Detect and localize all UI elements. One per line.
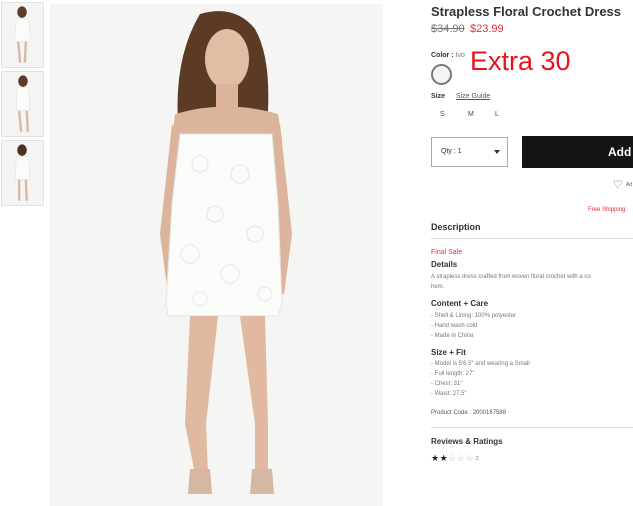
heart-icon: ♡: [613, 179, 623, 191]
star-filled-icon: ★: [431, 453, 440, 463]
color-swatch-ivory[interactable]: [431, 64, 452, 85]
caret-down-icon: [494, 150, 500, 154]
color-label: Color : Ivo: [431, 52, 465, 59]
star-empty-icon: ☆: [465, 453, 474, 463]
divider: [431, 427, 633, 428]
size-option-l[interactable]: L: [495, 111, 499, 118]
thumbnail-3[interactable]: [1, 140, 44, 206]
model-side-thumbnail: [2, 72, 43, 136]
size-label: Size: [431, 93, 446, 100]
list-item: - Waist: 27.5": [431, 391, 467, 397]
size-fit-list: - Model is 5'6.5" and wearing a Small - …: [431, 359, 530, 399]
wishlist-link[interactable]: ♡ Ad: [613, 178, 632, 191]
product-title: Strapless Floral Crochet Dress: [431, 4, 622, 19]
quantity-select[interactable]: Qty : 1: [431, 137, 508, 167]
reviews-heading: Reviews & Ratings: [431, 437, 503, 446]
list-item: - Full length: 27": [431, 371, 475, 377]
color-label-text: Color :: [431, 52, 454, 59]
free-shipping-link[interactable]: Free Shipping: [588, 207, 625, 213]
model-front-thumbnail: [2, 3, 43, 67]
wishlist-text: Ad: [625, 182, 633, 189]
star-filled-icon: ★: [439, 453, 449, 463]
list-item: - Hand wash cold: [431, 323, 478, 329]
list-item: - Shell & Lining: 100% polyester: [431, 313, 517, 319]
content-care-list: - Shell & Lining: 100% polyester - Hand …: [431, 311, 516, 341]
thumbnail-1[interactable]: [1, 2, 44, 68]
model-photo: [50, 4, 383, 506]
details-text-line: hem.: [431, 284, 445, 290]
color-value: Ivo: [455, 52, 465, 59]
size-option-m[interactable]: M: [468, 111, 474, 118]
description-heading: Description: [431, 222, 481, 232]
list-item: - Chest: 31": [431, 381, 463, 387]
list-item: - Made in China: [431, 333, 474, 339]
star-empty-icon: ☆: [448, 453, 457, 463]
details-heading: Details: [431, 260, 458, 269]
product-details: Strapless Floral Crochet Dress $34.90 $2…: [431, 0, 633, 506]
details-text: A strapless dress crafted from woven flo…: [431, 272, 633, 292]
model-back-thumbnail: [2, 141, 43, 205]
size-fit-heading: Size + Fit: [431, 348, 466, 357]
review-count: 2: [475, 455, 480, 462]
size-guide-link[interactable]: Size Guide: [456, 93, 490, 100]
size-option-s[interactable]: S: [440, 111, 445, 118]
product-code: Product Code : 2000167588: [431, 410, 507, 416]
add-to-bag-button[interactable]: Add: [522, 136, 633, 168]
original-price: $34.90: [431, 23, 465, 35]
star-rating[interactable]: ★★☆☆☆ 2: [431, 453, 479, 464]
sale-price: $23.99: [470, 23, 504, 35]
list-item: - Model is 5'6.5" and wearing a Small: [431, 361, 530, 367]
quantity-label: Qty : 1: [441, 148, 462, 155]
promo-overlay-text: Extra 30: [470, 46, 571, 76]
final-sale-label: Final Sale: [431, 249, 463, 256]
content-care-heading: Content + Care: [431, 299, 489, 308]
details-text-line: A strapless dress crafted from woven flo…: [431, 274, 591, 280]
thumbnail-2[interactable]: [1, 71, 44, 137]
divider: [431, 238, 633, 239]
main-product-image[interactable]: [50, 4, 383, 506]
